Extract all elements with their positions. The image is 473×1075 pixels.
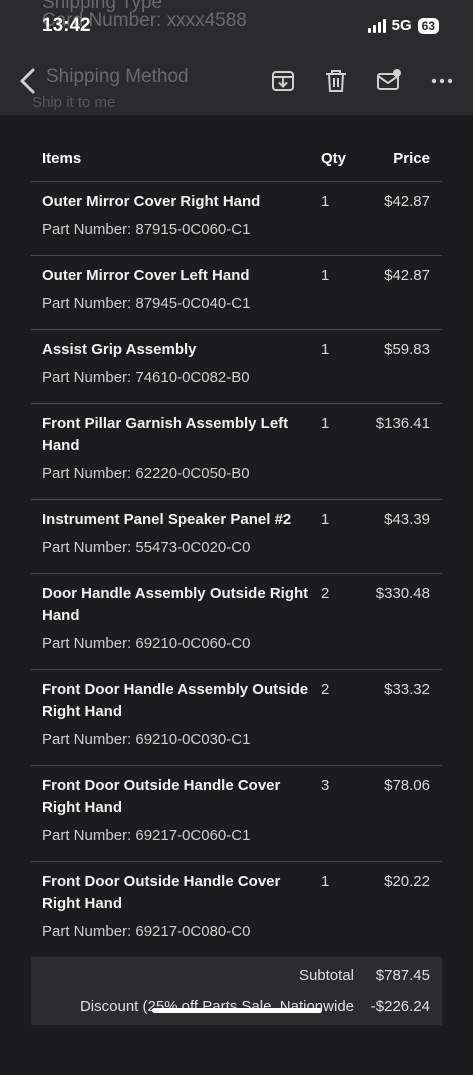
table-row: Front Pillar Garnish Assembly Left Hand P… xyxy=(31,404,442,500)
item-qty: 1 xyxy=(321,267,330,284)
subtotal-label: Subtotal xyxy=(298,967,354,984)
table-row: Outer Mirror Cover Left Hand Part Number:… xyxy=(31,256,442,330)
item-price: $330.48 xyxy=(375,585,430,602)
table-row: Front Door Outside Handle Cover Right Ha… xyxy=(31,766,442,862)
part-number: Part Number: 69217-0C060-C1 xyxy=(42,827,251,844)
item-qty: 1 xyxy=(321,873,330,890)
ghost-shipping-method: Shipping Method xyxy=(46,66,189,87)
more-icon[interactable] xyxy=(429,68,455,94)
item-price: $136.41 xyxy=(375,415,430,432)
item-name: Instrument Panel Speaker Panel #2 xyxy=(42,511,292,528)
table-header: Items Qty Price xyxy=(31,135,442,182)
item-name: Outer Mirror Cover Left Hand xyxy=(42,267,250,284)
part-number: Part Number: 69217-0C080-C0 xyxy=(42,923,251,940)
signal-icon xyxy=(367,18,386,33)
table-row: Door Handle Assembly Outside Right Hand P… xyxy=(31,574,442,670)
item-qty: 1 xyxy=(321,193,330,210)
header-items: Items xyxy=(42,149,82,167)
part-number: Part Number: 87915-0C060-C1 xyxy=(42,221,251,238)
item-price: $20.22 xyxy=(384,873,430,890)
item-price: $43.39 xyxy=(384,511,430,528)
item-qty: 3 xyxy=(321,777,330,794)
table-row: Front Door Handle Assembly Outside Right… xyxy=(31,670,442,766)
part-number: Part Number: 69210-0C030-C1 xyxy=(42,731,251,748)
item-price: $78.06 xyxy=(384,777,430,794)
item-name: Front Door Handle Assembly Outside Right… xyxy=(42,681,309,720)
battery-icon: 63 xyxy=(417,17,439,34)
item-name: Assist Grip Assembly xyxy=(42,341,197,358)
item-name: Front Door Outside Handle Cover Right Ha… xyxy=(42,873,281,912)
discount-value: -$226.24 xyxy=(370,998,430,1015)
order-items-table: Items Qty Price Outer Mirror Cover Right… xyxy=(31,135,442,1075)
part-number: Part Number: 87945-0C040-C1 xyxy=(42,295,251,312)
table-row: Outer Mirror Cover Right Hand Part Number… xyxy=(31,182,442,256)
table-row: Instrument Panel Speaker Panel #2 Part Nu… xyxy=(31,500,442,574)
home-indicator[interactable] xyxy=(152,1008,322,1013)
part-number: Part Number: 55473-0C020-C0 xyxy=(42,539,251,556)
ghost-ship-it: Ship it to me xyxy=(32,94,116,111)
header-qty: Qty xyxy=(321,149,347,167)
network-label: 5G xyxy=(391,17,412,34)
item-qty: 2 xyxy=(321,585,330,602)
table-row: Assist Grip Assembly Part Number: 74610-0… xyxy=(31,330,442,404)
subtotal-value: $787.45 xyxy=(375,967,430,984)
item-price: $33.32 xyxy=(384,681,430,698)
item-qty: 1 xyxy=(321,341,330,358)
item-name: Front Door Outside Handle Cover Right Ha… xyxy=(42,777,281,816)
item-qty: 1 xyxy=(321,415,330,432)
item-price: $59.83 xyxy=(384,341,430,358)
item-name: Outer Mirror Cover Right Hand xyxy=(42,193,261,210)
part-number: Part Number: 62220-0C050-B0 xyxy=(42,465,250,482)
item-qty: 1 xyxy=(321,511,330,528)
chevron-left-icon[interactable] xyxy=(14,66,44,96)
item-price: $42.87 xyxy=(384,193,430,210)
archive-icon[interactable] xyxy=(270,68,296,94)
item-price: $42.87 xyxy=(384,267,430,284)
table-row: Front Door Outside Handle Cover Right Ha… xyxy=(31,862,442,957)
part-number: Part Number: 69210-0C060-C0 xyxy=(42,635,251,652)
subtotal-row: Subtotal $787.45 xyxy=(31,957,442,994)
trash-icon[interactable] xyxy=(323,68,349,94)
part-number: Part Number: 74610-0C082-B0 xyxy=(42,369,250,386)
top-bar: Shipping Type Card Number: xxxx4588 13:4… xyxy=(0,0,473,115)
item-name: Front Pillar Garnish Assembly Left Hand xyxy=(42,415,289,454)
mail-unread-icon[interactable] xyxy=(376,68,402,94)
item-name: Door Handle Assembly Outside Right Hand xyxy=(42,585,309,624)
item-qty: 2 xyxy=(321,681,330,698)
status-indicators: 5G 63 xyxy=(367,17,439,34)
status-time: 13:42 xyxy=(42,15,91,36)
header-price: Price xyxy=(393,149,430,167)
